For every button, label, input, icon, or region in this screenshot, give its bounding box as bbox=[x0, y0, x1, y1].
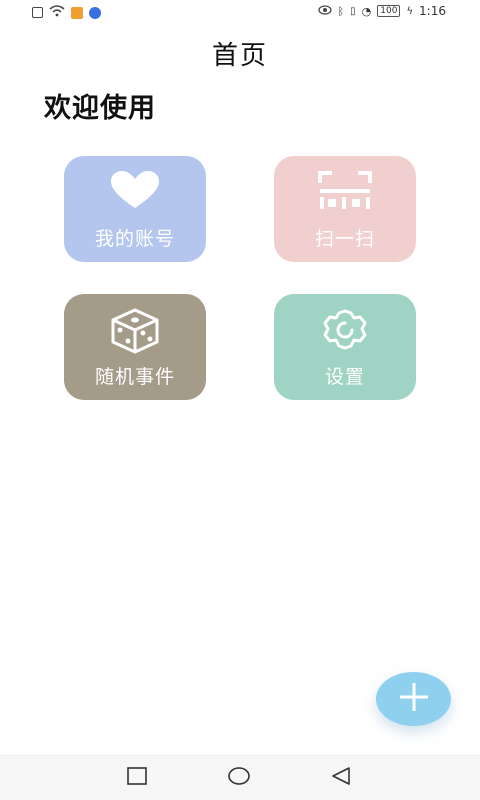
random-event-button[interactable]: 随机事件 bbox=[64, 294, 206, 400]
home-button[interactable] bbox=[226, 766, 252, 790]
eye-icon bbox=[317, 4, 332, 18]
speed-icon: ◔ bbox=[361, 4, 372, 18]
alert-icon bbox=[32, 7, 43, 18]
bluetooth-icon: ᛒ bbox=[337, 4, 345, 18]
wifi-icon bbox=[49, 5, 65, 20]
system-nav-bar bbox=[0, 755, 480, 800]
my-account-button[interactable]: 我的账号 bbox=[64, 156, 206, 262]
status-bar: ᛒ ▯ ◔ 100 ϟ 1:16 bbox=[0, 0, 480, 24]
charging-icon: ϟ bbox=[406, 5, 414, 17]
status-left-icons bbox=[32, 5, 101, 20]
status-time: 1:16 bbox=[419, 4, 446, 18]
status-right-icons: ᛒ ▯ ◔ 100 ϟ 1:16 bbox=[317, 4, 446, 18]
heart-icon bbox=[64, 170, 206, 210]
dice-icon bbox=[64, 308, 206, 354]
settings-icon bbox=[274, 308, 416, 352]
add-fab-button[interactable] bbox=[376, 672, 451, 726]
welcome-heading: 欢迎使用 bbox=[44, 93, 156, 124]
blue-app-icon bbox=[89, 6, 101, 19]
scan-button[interactable]: 扫一扫 bbox=[274, 156, 416, 262]
battery-icon: 100 bbox=[377, 5, 401, 17]
settings-button[interactable]: 设置 bbox=[274, 294, 416, 400]
scan-label: 扫一扫 bbox=[314, 228, 375, 250]
random-event-label: 随机事件 bbox=[94, 366, 175, 388]
my-account-label: 我的账号 bbox=[94, 228, 175, 250]
vibrate-icon: ▯ bbox=[350, 5, 356, 17]
back-button[interactable] bbox=[328, 766, 354, 790]
recent-apps-button[interactable] bbox=[124, 766, 150, 790]
home-icon bbox=[227, 766, 251, 790]
page-title: 首页 bbox=[211, 41, 268, 71]
settings-label: 设置 bbox=[324, 366, 365, 388]
back-icon bbox=[330, 766, 352, 790]
plus-icon bbox=[397, 680, 431, 718]
scan-icon bbox=[274, 170, 416, 212]
recent-apps-icon bbox=[126, 767, 148, 789]
video-app-icon bbox=[71, 6, 83, 19]
